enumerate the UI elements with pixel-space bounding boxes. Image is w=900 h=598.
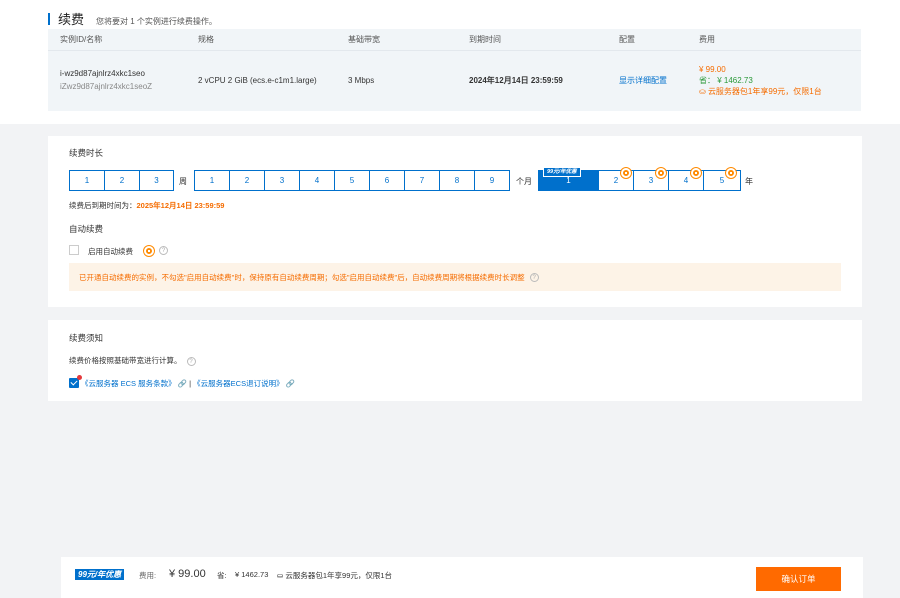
month-unit: 个月 bbox=[516, 177, 532, 186]
instance-name: iZwz9d87ajnlrz4xkc1seoZ bbox=[60, 82, 153, 91]
fee-save: 省： ¥ 1462.73 bbox=[699, 75, 753, 85]
month-option-4[interactable]: 4 bbox=[300, 171, 335, 190]
fee-promo-text: 云服务器包1年享99元，仅限1台 bbox=[707, 86, 822, 96]
week-selector: 1 2 3 bbox=[69, 170, 174, 191]
coupon-icon bbox=[144, 246, 154, 256]
footer-save-value: ¥ 1462.73 bbox=[235, 570, 269, 579]
instance-section: 续费 您将要对 1 个实例进行续费操作。 实例ID/名称 规格 基础带宽 到期时… bbox=[0, 0, 900, 124]
question-circle-icon[interactable]: ? bbox=[186, 356, 196, 366]
col-bandwidth: 基础带宽 bbox=[348, 35, 380, 44]
week-option-3[interactable]: 3 bbox=[140, 171, 173, 190]
expire-after-label: 续费后到期时间为： bbox=[69, 201, 137, 210]
link-icon: 🔗 bbox=[285, 379, 296, 388]
year-option-2[interactable]: 2 bbox=[599, 168, 634, 190]
terms-note-text: 续费价格按照基础带宽进行计算。 bbox=[69, 356, 182, 365]
question-circle-icon[interactable]: ? bbox=[529, 272, 539, 282]
expire-after: 续费后到期时间为：2025年12月14日 23:59:59 bbox=[69, 200, 224, 211]
link-icon: 🔗 bbox=[177, 379, 188, 388]
col-expire: 到期时间 bbox=[469, 35, 501, 44]
page-header: 续费 您将要对 1 个实例进行续费操作。 bbox=[48, 9, 217, 28]
month-option-7[interactable]: 7 bbox=[405, 171, 440, 190]
col-config: 配置 bbox=[619, 35, 635, 44]
question-circle-icon[interactable]: ? bbox=[159, 246, 168, 255]
terms-separator: | bbox=[189, 379, 192, 388]
year-unit: 年 bbox=[745, 177, 753, 186]
page-subtitle: 您将要对 1 个实例进行续费操作。 bbox=[96, 17, 217, 26]
renew-terms-card: 续费须知 续费价格按照基础带宽进行计算。 ? 《云服务器 ECS 服务条款》 🔗… bbox=[48, 320, 862, 401]
order-footer: 99元/年优惠 费用: ¥ 99.00 省: ¥ 1462.73 ⛀ 云服务器包… bbox=[61, 557, 863, 598]
footer-fee-label: 费用: bbox=[139, 571, 157, 580]
month-option-3[interactable]: 3 bbox=[265, 171, 300, 190]
expire-after-value: 2025年12月14日 23:59:59 bbox=[136, 201, 225, 210]
year-option-4[interactable]: 4 bbox=[669, 168, 704, 190]
week-option-1[interactable]: 1 bbox=[70, 171, 105, 190]
month-option-8[interactable]: 8 bbox=[440, 171, 475, 190]
footer-fee: ¥ 99.00 bbox=[169, 568, 206, 580]
coupon-icon bbox=[656, 168, 666, 178]
terms-label: 续费须知 bbox=[69, 333, 104, 343]
month-option-1[interactable]: 1 bbox=[195, 171, 230, 190]
month-option-6[interactable]: 6 bbox=[370, 171, 405, 190]
year-option-5-label: 5 bbox=[719, 176, 725, 185]
instance-table: 实例ID/名称 规格 基础带宽 到期时间 配置 费用 i-wz9d87ajnlr… bbox=[48, 29, 861, 111]
coupon-icon bbox=[691, 168, 701, 178]
instance-id-cell: i-wz9d87ajnlrz4xkc1seo iZwz9d87ajnlrz4xk… bbox=[48, 69, 198, 91]
expire-cell: 2024年12月14日 23:59:59 bbox=[469, 75, 563, 85]
title-accent-bar bbox=[48, 12, 50, 25]
auto-renew-checkbox-label[interactable]: 启用自动续费 bbox=[88, 246, 133, 257]
table-header: 实例ID/名称 规格 基础带宽 到期时间 配置 费用 bbox=[48, 29, 861, 51]
week-option-2[interactable]: 2 bbox=[105, 171, 140, 190]
bandwidth-cell: 3 Mbps bbox=[348, 75, 375, 85]
terms-links: 《云服务器 ECS 服务条款》 🔗 | 《云服务器ECS退订说明》 🔗 bbox=[81, 378, 295, 389]
year-option-1-label: 1 bbox=[566, 176, 571, 185]
fee-promo: ⛀ 云服务器包1年享99元，仅限1台 bbox=[699, 86, 859, 97]
year-option-2-label: 2 bbox=[613, 176, 619, 185]
coupon-icon bbox=[726, 168, 736, 178]
month-option-2[interactable]: 2 bbox=[230, 171, 265, 190]
year-option-1[interactable]: 99元/年优惠 1 bbox=[539, 167, 599, 190]
col-instance-id: 实例ID/名称 bbox=[60, 35, 103, 44]
year-selector: 99元/年优惠 1 2 3 4 5 bbox=[538, 167, 741, 191]
footer-save-label: 省: bbox=[217, 571, 227, 580]
duration-label: 续费时长 bbox=[69, 148, 104, 158]
footer-promo-tag: 99元/年优惠 bbox=[75, 569, 125, 580]
coupon-icon bbox=[621, 168, 631, 178]
footer-promo-text: 云服务器包1年享99元，仅限1台 bbox=[285, 571, 393, 580]
terms-note: 续费价格按照基础带宽进行计算。 ? bbox=[69, 355, 196, 366]
auto-renew-notice: 已开通自动续费的实例，不勾选"启用自动续费"时，保持原有自动续费周期；勾选"启用… bbox=[69, 263, 841, 291]
spec-cell: 2 vCPU 2 GiB (ecs.e-c1m1.large) bbox=[198, 75, 317, 85]
week-unit: 周 bbox=[179, 177, 187, 186]
ecs-terms-link[interactable]: 《云服务器 ECS 服务条款》 bbox=[81, 379, 176, 388]
promo-tag: 99元/年优惠 bbox=[543, 167, 581, 177]
year-option-3-label: 3 bbox=[648, 176, 654, 185]
fee-price: ¥ 99.00 bbox=[699, 64, 726, 74]
gift-icon: ⛀ bbox=[699, 86, 708, 96]
year-option-5[interactable]: 5 bbox=[704, 168, 740, 190]
fee-cell: ¥ 99.00 省： ¥ 1462.73 ⛀ 云服务器包1年享99元，仅限1台 bbox=[699, 64, 859, 97]
show-config-link[interactable]: 显示详细配置 bbox=[619, 75, 699, 86]
confirm-order-button[interactable]: 确认订单 bbox=[756, 567, 841, 591]
ecs-unsubscribe-link[interactable]: 《云服务器ECS退订说明》 bbox=[193, 379, 283, 388]
renew-duration-card: 续费时长 1 2 3 周 1 2 3 4 5 6 7 8 9 个月 99元/年优… bbox=[48, 136, 862, 307]
col-spec: 规格 bbox=[198, 35, 214, 44]
footer-promo: ⛀ 云服务器包1年享99元，仅限1台 bbox=[277, 570, 392, 581]
month-option-9[interactable]: 9 bbox=[475, 171, 509, 190]
notice-text: 已开通自动续费的实例，不勾选"启用自动续费"时，保持原有自动续费周期；勾选"启用… bbox=[79, 272, 525, 282]
month-option-5[interactable]: 5 bbox=[335, 171, 370, 190]
year-option-4-label: 4 bbox=[683, 176, 689, 185]
page-title: 续费 bbox=[58, 12, 85, 27]
col-fee: 费用 bbox=[699, 35, 715, 44]
month-selector: 1 2 3 4 5 6 7 8 9 bbox=[194, 170, 510, 191]
table-row: i-wz9d87ajnlrz4xkc1seo iZwz9d87ajnlrz4xk… bbox=[48, 51, 861, 109]
year-option-3[interactable]: 3 bbox=[634, 168, 669, 190]
auto-renew-checkbox[interactable] bbox=[69, 245, 79, 255]
instance-id: i-wz9d87ajnlrz4xkc1seo bbox=[60, 69, 145, 78]
auto-renew-label: 自动续费 bbox=[69, 224, 104, 234]
